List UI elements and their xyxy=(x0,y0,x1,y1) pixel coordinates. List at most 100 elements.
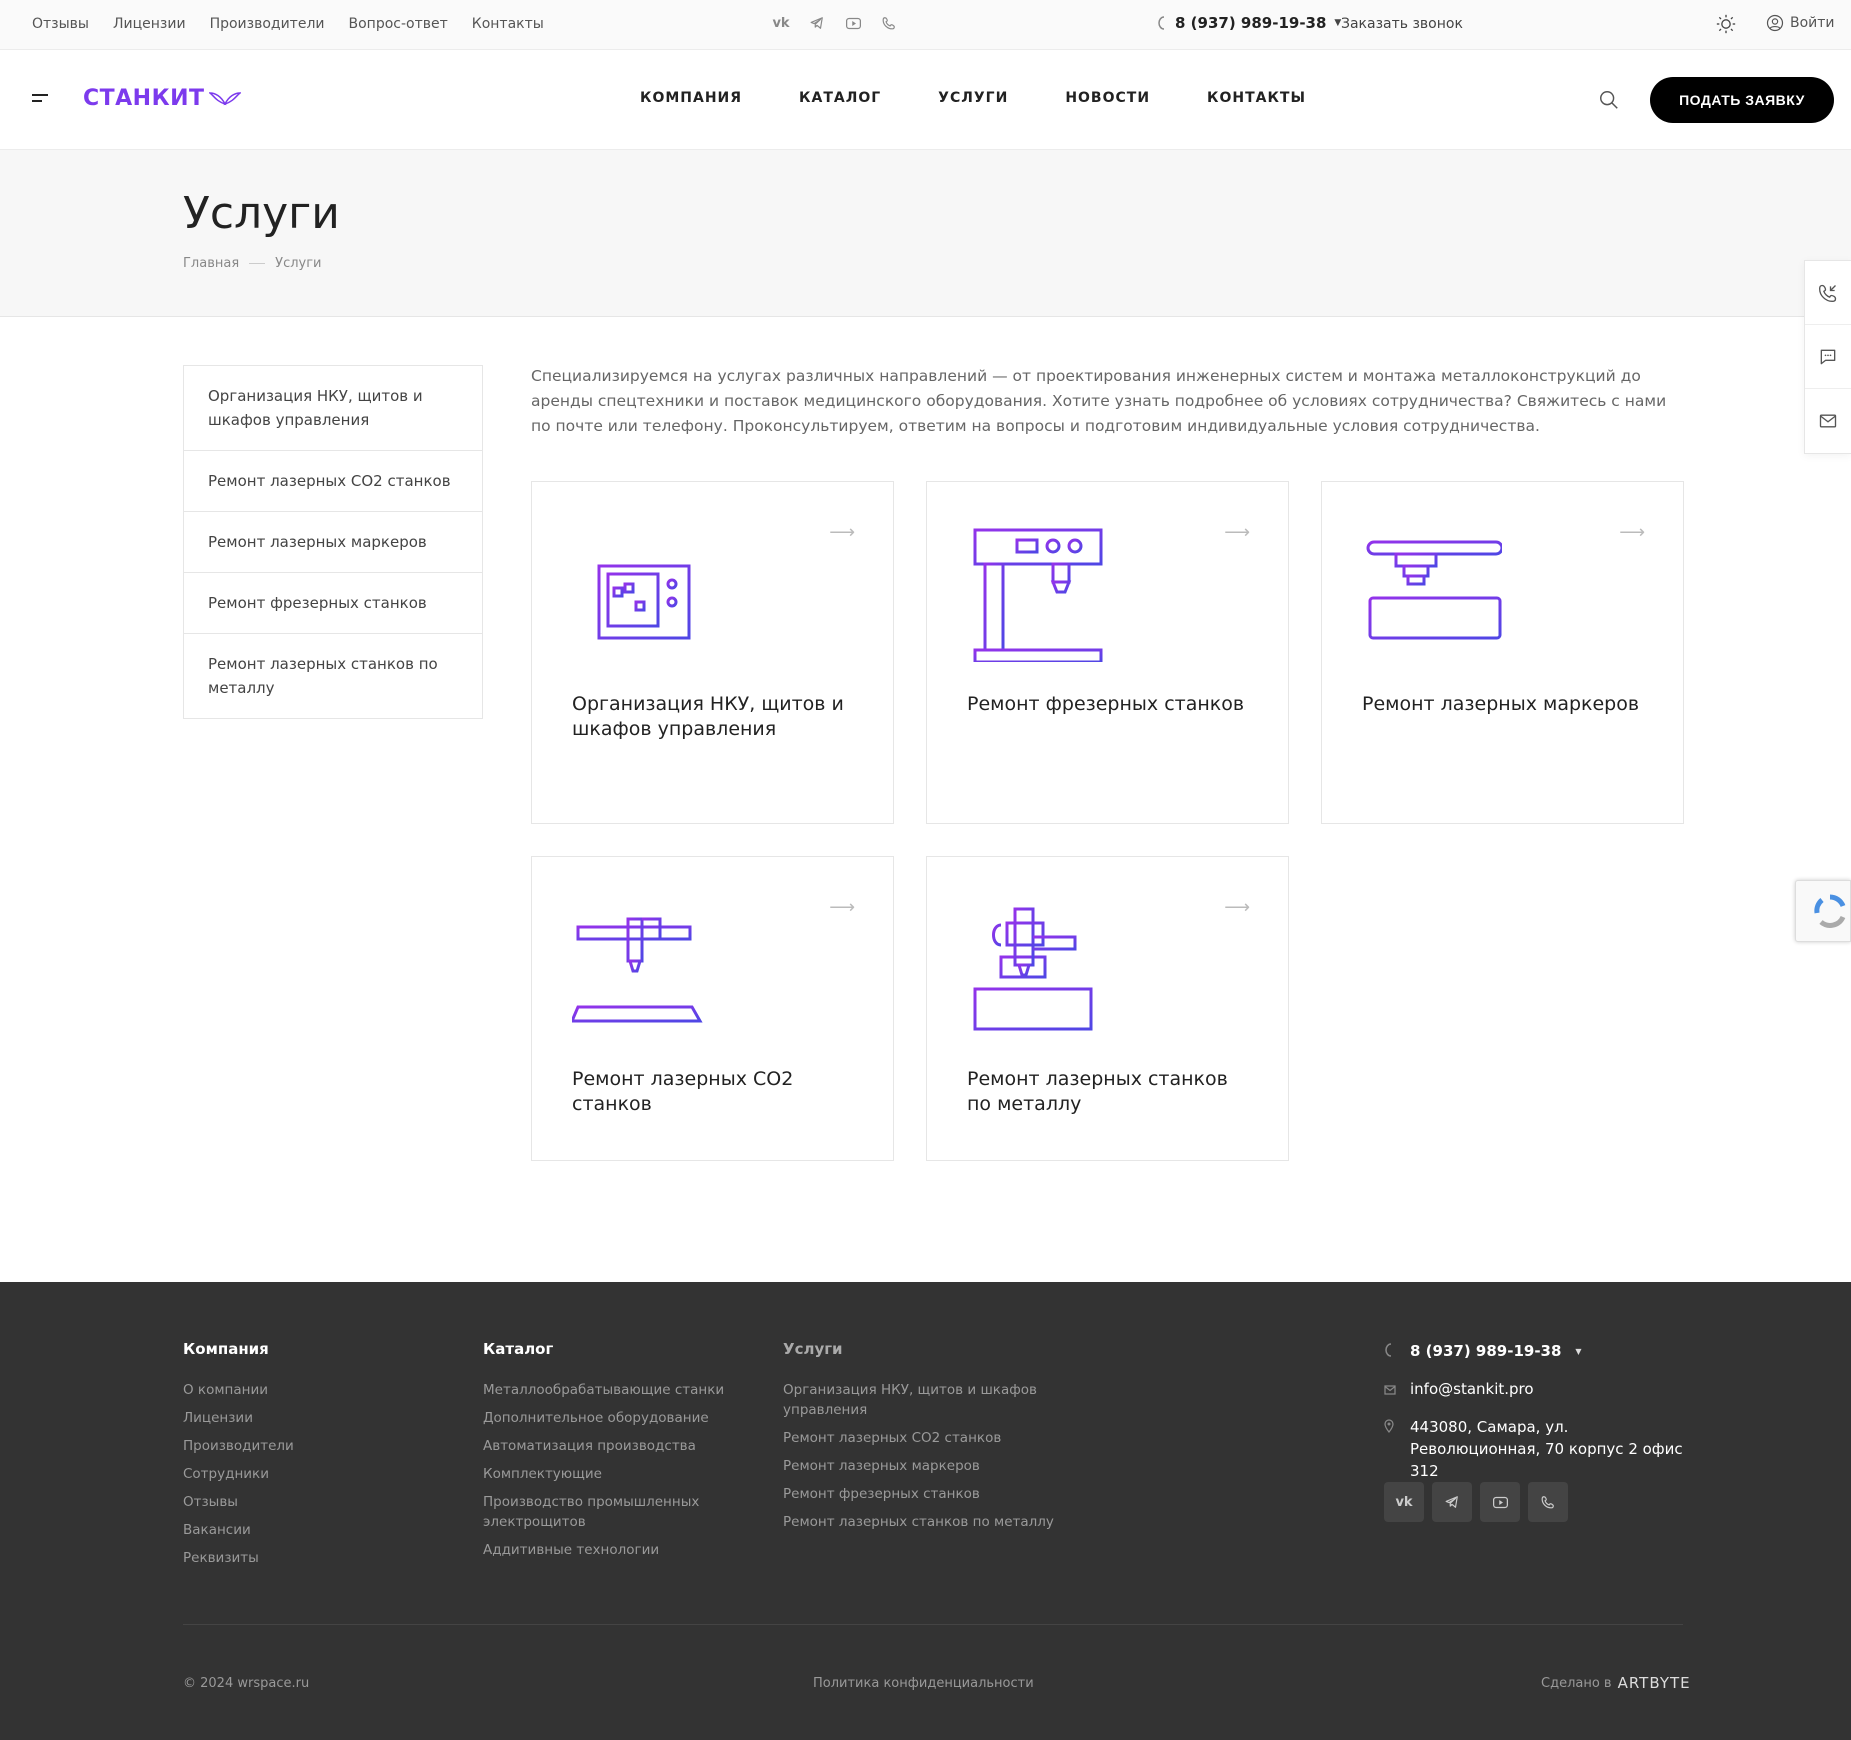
nav-contacts[interactable]: КОНТАКТЫ xyxy=(1207,90,1306,106)
top-link-licenses[interactable]: Лицензии xyxy=(113,16,186,32)
footer-col-services: Услуги Организация НКУ, щитов и шкафов у… xyxy=(783,1340,1073,1540)
footer-email: info@stankit.pro xyxy=(1410,1380,1534,1398)
footer-col-title: Каталог xyxy=(483,1340,554,1358)
footer-link[interactable]: Металлообрабатывающие станки xyxy=(483,1380,743,1400)
telegram-icon[interactable] xyxy=(1432,1482,1472,1522)
footer-link[interactable]: Комплектующие xyxy=(483,1464,743,1484)
footer-email-row[interactable]: info@stankit.pro xyxy=(1384,1378,1690,1402)
breadcrumb-home[interactable]: Главная xyxy=(183,256,239,271)
logo[interactable]: СТАНКИТ xyxy=(83,86,241,111)
privacy-policy-link[interactable]: Политика конфиденциальности xyxy=(813,1676,1034,1691)
service-card-milling[interactable]: ⟶ Ремонт фрезерных станков xyxy=(926,481,1289,824)
footer-socials: vk xyxy=(1384,1482,1568,1522)
chat-icon xyxy=(1820,349,1836,364)
viber-icon[interactable] xyxy=(880,14,898,32)
float-callback-button[interactable] xyxy=(1805,261,1851,325)
co2-laser-icon xyxy=(572,917,703,1023)
youtube-icon[interactable] xyxy=(844,14,862,32)
breadcrumb-separator xyxy=(249,263,266,264)
footer: Компания О компании Лицензии Производите… xyxy=(0,1282,1851,1740)
chevron-down-icon: ▼ xyxy=(1575,1347,1582,1356)
footer-col-title: Услуги xyxy=(783,1340,843,1358)
viber-icon[interactable] xyxy=(1528,1482,1568,1522)
mail-icon xyxy=(1384,1380,1396,1402)
breadcrumb: Главная Услуги xyxy=(183,256,322,271)
wings-icon xyxy=(208,91,241,105)
floating-contact-panel xyxy=(1804,260,1851,454)
footer-link[interactable]: Производство промышленных электрощитов xyxy=(483,1492,713,1532)
footer-link[interactable]: Вакансии xyxy=(183,1520,294,1540)
nav-news[interactable]: НОВОСТИ xyxy=(1065,90,1150,106)
made-by-label: Сделано в xyxy=(1541,1675,1612,1691)
footer-link[interactable]: Производители xyxy=(183,1436,294,1456)
footer-link[interactable]: Ремонт лазерных CO2 станков xyxy=(783,1428,1073,1448)
footer-link[interactable]: Аддитивные технологии xyxy=(483,1540,743,1560)
submit-request-button[interactable]: ПОДАТЬ ЗАЯВКУ xyxy=(1650,77,1834,123)
card-title: Ремонт лазерных маркеров xyxy=(1362,693,1640,715)
float-mail-button[interactable] xyxy=(1805,389,1851,453)
footer-link[interactable]: Автоматизация производства xyxy=(483,1436,743,1456)
footer-link[interactable]: Ремонт лазерных станков по металлу xyxy=(783,1512,1073,1532)
nav-services[interactable]: УСЛУГИ xyxy=(938,90,1008,106)
footer-divider xyxy=(183,1624,1683,1625)
nav-company[interactable]: КОМПАНИЯ xyxy=(640,90,742,106)
footer-link[interactable]: Ремонт фрезерных станков xyxy=(783,1484,1073,1504)
service-card-metal-laser[interactable]: ⟶ Ремонт лазерных станков по металлу xyxy=(926,856,1289,1161)
footer-col-catalog: Каталог Металлообрабатывающие станки Доп… xyxy=(483,1340,743,1568)
search-icon[interactable] xyxy=(1598,89,1620,111)
arrow-right-icon: ⟶ xyxy=(1224,522,1250,543)
laser-marker-icon xyxy=(1366,540,1502,640)
vk-icon[interactable]: vk xyxy=(772,14,790,32)
top-link-faq[interactable]: Вопрос-ответ xyxy=(349,16,448,32)
made-by-link[interactable]: Сделано в ARTBYTE xyxy=(1541,1674,1691,1692)
arrow-right-icon: ⟶ xyxy=(1224,897,1250,918)
sidebar-item-metal-laser[interactable]: Ремонт лазерных станков по металлу xyxy=(184,634,482,718)
vk-icon[interactable]: vk xyxy=(1384,1482,1424,1522)
footer-link[interactable]: Лицензии xyxy=(183,1408,294,1428)
top-phone[interactable]: 8 (937) 989-19-38 ▼ xyxy=(1157,14,1341,32)
control-panel-icon xyxy=(597,564,691,640)
float-chat-button[interactable] xyxy=(1805,325,1851,389)
footer-link[interactable]: Сотрудники xyxy=(183,1464,294,1484)
sidebar-item-milling[interactable]: Ремонт фрезерных станков xyxy=(184,573,482,634)
footer-address: 443080, Самара, ул. Революционная, 70 ко… xyxy=(1410,1418,1683,1480)
service-card-nku[interactable]: ⟶ Организация НКУ, щитов и шкафов управл… xyxy=(531,481,894,824)
footer-address-row: 443080, Самара, ул. Революционная, 70 ко… xyxy=(1384,1416,1690,1482)
page-title: Услуги xyxy=(183,188,340,239)
top-link-reviews[interactable]: Отзывы xyxy=(32,16,89,32)
sidebar-item-laser-markers[interactable]: Ремонт лазерных маркеров xyxy=(184,512,482,573)
location-pin-icon xyxy=(1384,1418,1396,1440)
footer-link[interactable]: О компании xyxy=(183,1380,294,1400)
footer-link[interactable]: Организация НКУ, щитов и шкафов управлен… xyxy=(783,1380,1043,1420)
top-link-contacts[interactable]: Контакты xyxy=(472,16,544,32)
theme-toggle[interactable] xyxy=(1716,14,1736,34)
top-link-manufacturers[interactable]: Производители xyxy=(210,16,325,32)
footer-phone: 8 (937) 989-19-38 xyxy=(1410,1342,1562,1360)
artbyte-logo: ARTBYTE xyxy=(1617,1674,1691,1692)
footer-link[interactable]: Дополнительное оборудование xyxy=(483,1408,743,1428)
footer-link[interactable]: Отзывы xyxy=(183,1492,294,1512)
top-bar: Отзывы Лицензии Производители Вопрос-отв… xyxy=(0,0,1851,50)
login-label: Войти xyxy=(1790,15,1835,31)
card-title: Организация НКУ, щитов и шкафов управлен… xyxy=(572,693,844,740)
footer-link[interactable]: Ремонт лазерных маркеров xyxy=(783,1456,1073,1476)
service-card-laser-markers[interactable]: ⟶ Ремонт лазерных маркеров xyxy=(1321,481,1684,824)
menu-icon[interactable] xyxy=(32,94,50,106)
telegram-icon[interactable] xyxy=(808,14,826,32)
footer-link[interactable]: Реквизиты xyxy=(183,1548,294,1568)
footer-phone-row[interactable]: 8 (937) 989-19-38 ▼ xyxy=(1384,1340,1690,1364)
mail-icon xyxy=(1819,414,1837,428)
sidebar-item-nku[interactable]: Организация НКУ, щитов и шкафов управлен… xyxy=(184,366,482,451)
sidebar-item-co2[interactable]: Ремонт лазерных CO2 станков xyxy=(184,451,482,512)
top-links: Отзывы Лицензии Производители Вопрос-отв… xyxy=(32,16,544,32)
card-title: Ремонт лазерных станков по металлу xyxy=(967,1068,1228,1115)
login-link[interactable]: Войти xyxy=(1766,14,1835,32)
intro-text: Специализируемся на услугах различных на… xyxy=(531,367,1667,435)
youtube-icon[interactable] xyxy=(1480,1482,1520,1522)
arrow-right-icon: ⟶ xyxy=(829,897,855,918)
callback-link[interactable]: Заказать звонок xyxy=(1341,16,1463,32)
recaptcha-badge[interactable] xyxy=(1795,880,1851,942)
metal-laser-icon xyxy=(969,907,1093,1031)
nav-catalog[interactable]: КАТАЛОГ xyxy=(799,90,881,106)
service-card-co2[interactable]: ⟶ Ремонт лазерных CO2 станков xyxy=(531,856,894,1161)
